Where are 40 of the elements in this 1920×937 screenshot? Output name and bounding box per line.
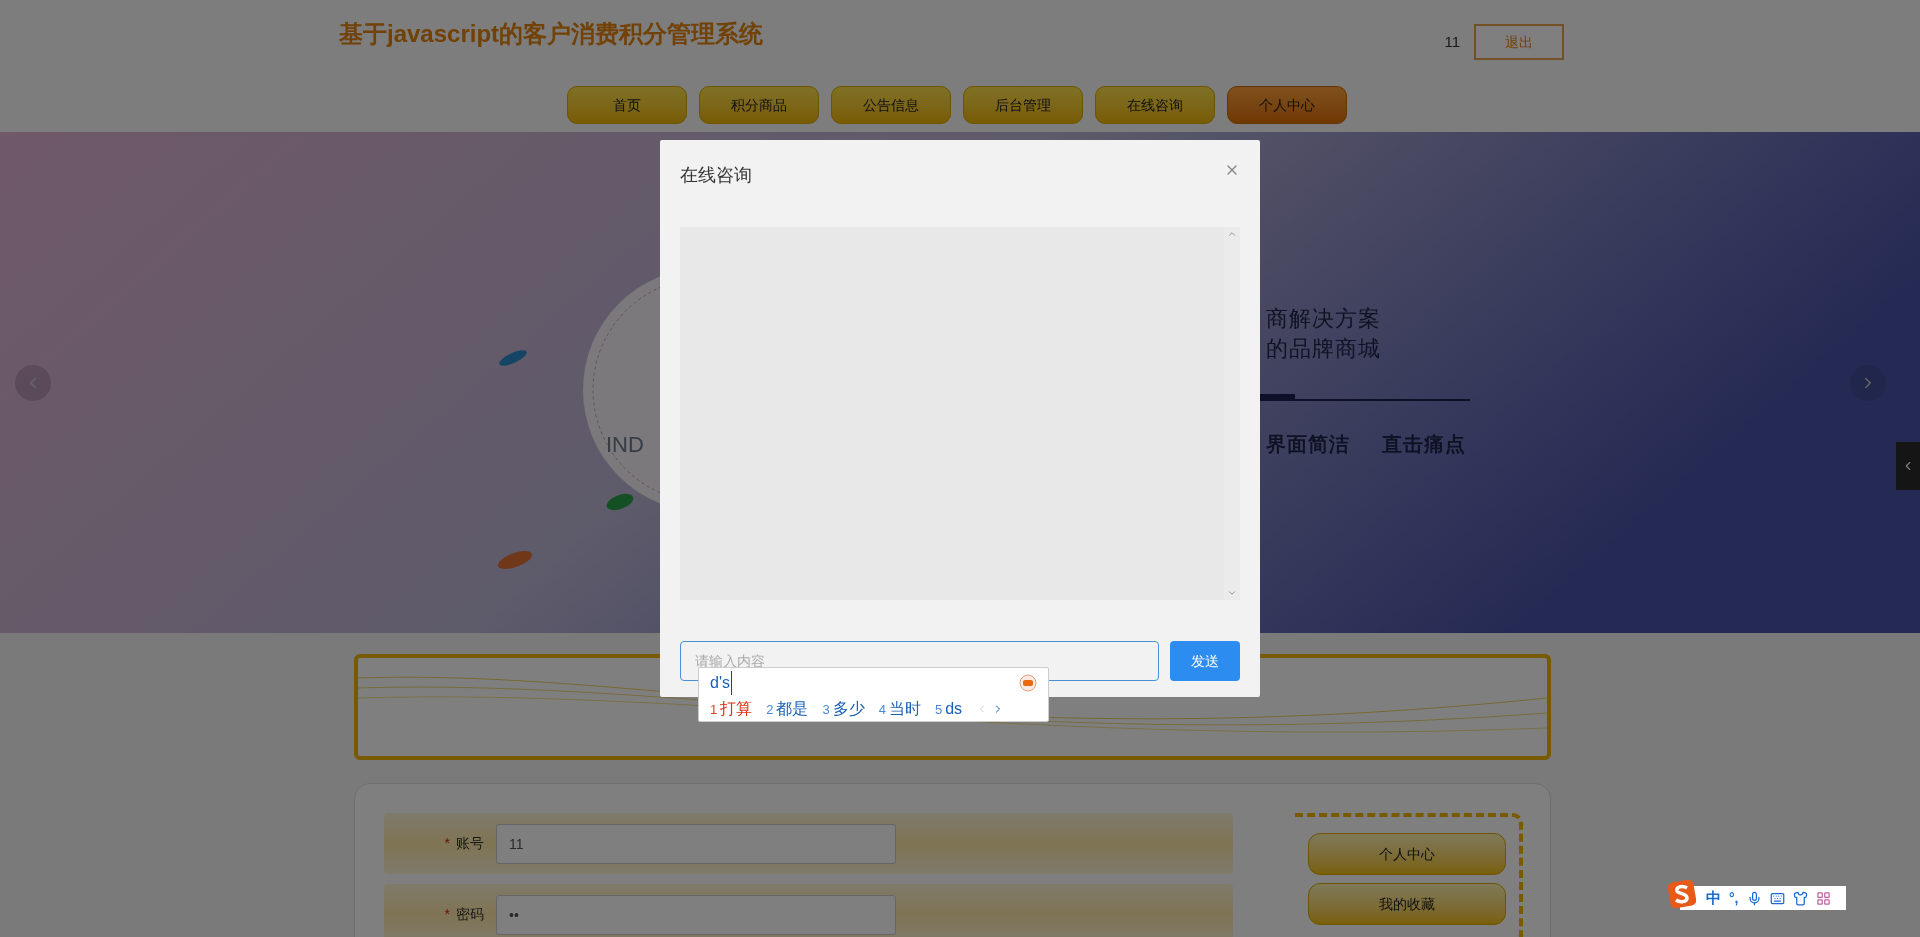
banner-text: 商解决方案: [1266, 305, 1382, 333]
punctuation-toggle[interactable]: °,: [1729, 887, 1739, 909]
nav-tab[interactable]: 在线咨询: [1095, 86, 1215, 124]
required-marker: *: [443, 905, 451, 924]
field-label: 密码: [455, 905, 484, 924]
send-button[interactable]: 发送: [1170, 641, 1240, 681]
grid-icon[interactable]: [1815, 890, 1831, 906]
input-mode-toggle[interactable]: 中: [1706, 886, 1721, 910]
nav-tab[interactable]: 后台管理: [963, 86, 1083, 124]
site-title: 基于javascript的客户消费积分管理系统: [339, 19, 764, 49]
nav-tab[interactable]: 个人中心: [1227, 86, 1347, 124]
ime-logo-icon[interactable]: [1668, 880, 1696, 908]
mascot-icon: [1019, 674, 1037, 692]
text-field[interactable]: 11: [496, 823, 896, 864]
field-label: 账号: [455, 834, 484, 853]
keyboard-icon[interactable]: [1769, 890, 1785, 906]
shirt-icon[interactable]: [1792, 890, 1808, 906]
ime-candidate[interactable]: 1 打算: [710, 697, 753, 721]
nav-tab[interactable]: 首页: [567, 86, 687, 124]
side-menu-button[interactable]: 个人中心: [1308, 833, 1506, 875]
scroll-down-icon[interactable]: [1227, 588, 1237, 598]
dialog-title: 在线咨询: [680, 164, 752, 187]
text-field[interactable]: ••: [496, 894, 896, 935]
side-toggle-tab[interactable]: [1896, 442, 1920, 490]
ime-candidate[interactable]: 4 当时: [878, 697, 921, 721]
ime-composition: d's: [710, 671, 732, 695]
banner-text: 的品牌商城: [1266, 335, 1382, 363]
logout-button[interactable]: 退出: [1474, 24, 1564, 60]
banner-tag: 界面简洁: [1266, 429, 1350, 459]
ime-candidate[interactable]: 5 ds: [934, 697, 963, 721]
username: 11: [1444, 31, 1460, 52]
microphone-icon[interactable]: [1746, 890, 1762, 906]
banner-letters: IND: [606, 431, 644, 459]
side-menu-button[interactable]: 我的收藏: [1308, 883, 1506, 925]
nav-tab[interactable]: 积分商品: [699, 86, 819, 124]
ime-candidate[interactable]: 3 多少: [822, 697, 865, 721]
required-marker: *: [443, 834, 451, 853]
scroll-up-icon[interactable]: [1227, 229, 1237, 239]
nav-tab[interactable]: 公告信息: [831, 86, 951, 124]
ime-candidate[interactable]: 2 都是: [766, 697, 809, 721]
